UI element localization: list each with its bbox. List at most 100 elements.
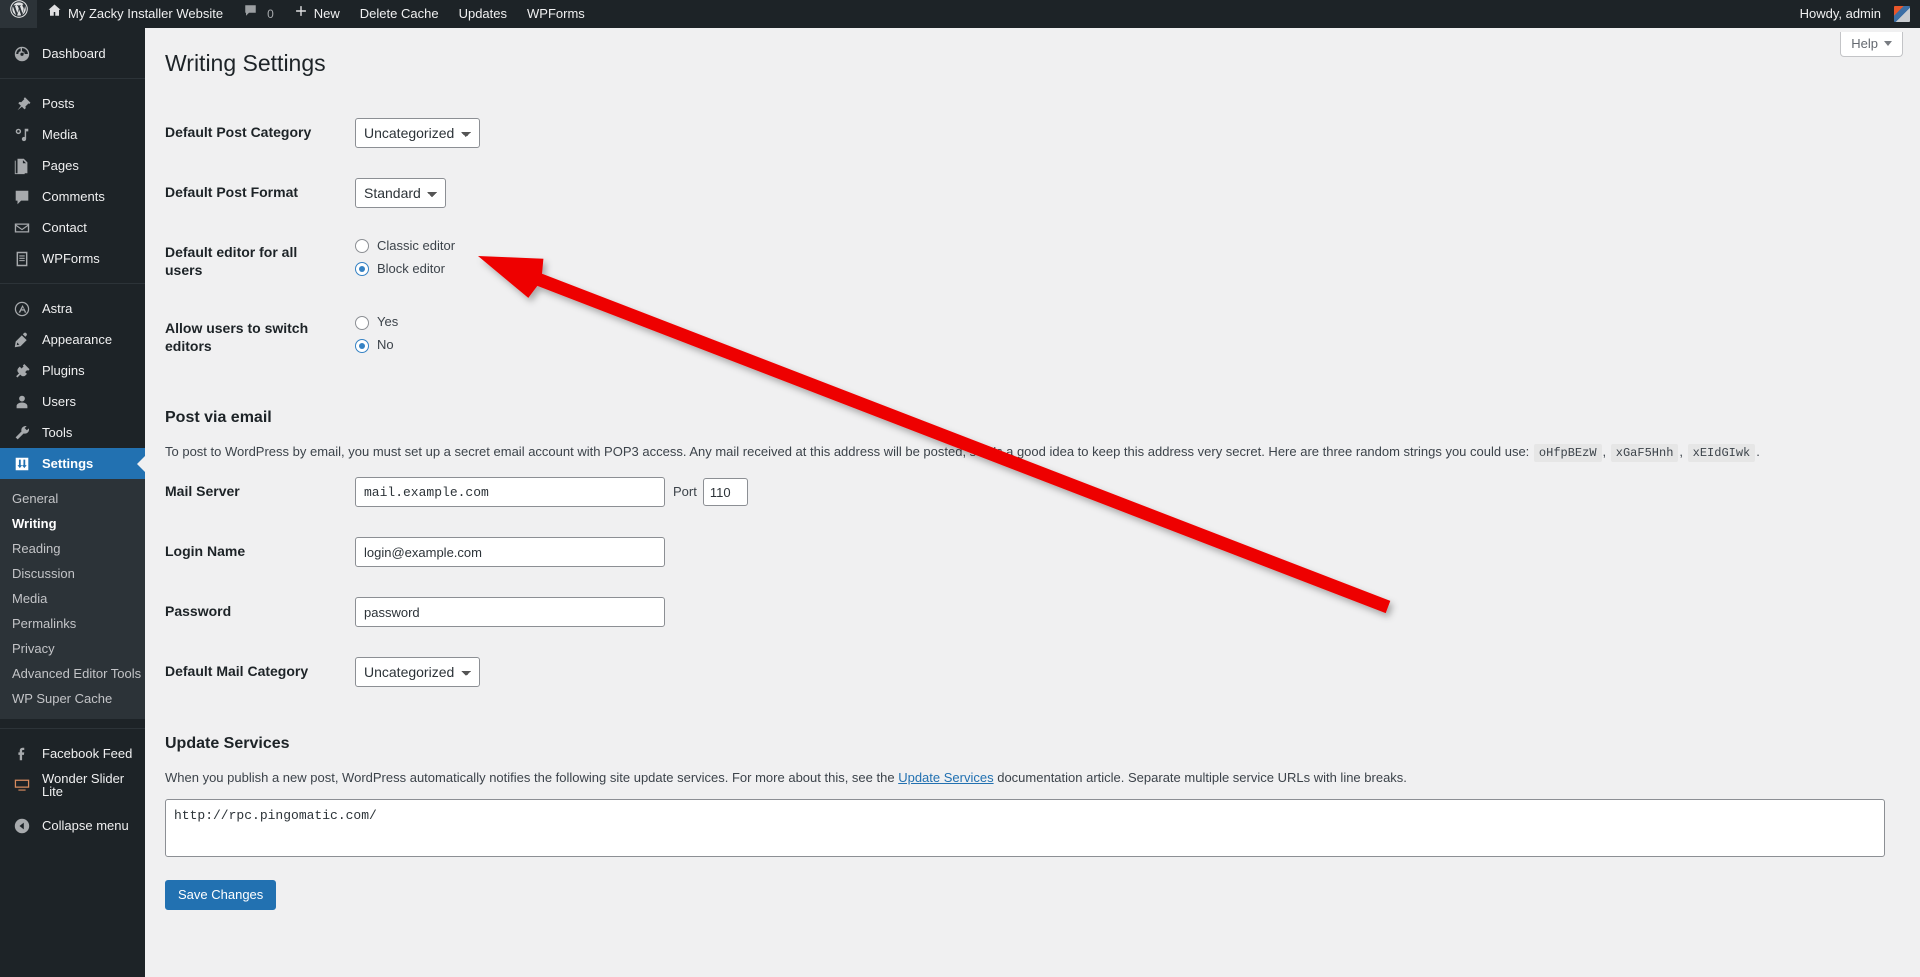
radio-label: Yes bbox=[377, 314, 399, 330]
post-via-email-desc-text: To post to WordPress by email, you must … bbox=[165, 444, 1530, 460]
settings-wrap: Writing Settings Default Post Category U… bbox=[145, 28, 1920, 910]
home-icon bbox=[47, 0, 62, 28]
sidebar-divider-3 bbox=[0, 728, 145, 729]
radio-block-editor[interactable] bbox=[355, 262, 369, 277]
sidebar-item-facebook-feed[interactable]: Facebook Feed bbox=[0, 738, 145, 769]
sidebar-item-settings[interactable]: Settings bbox=[0, 448, 145, 479]
sidebar-item-comments[interactable]: Comments bbox=[0, 181, 145, 212]
help-tab-button[interactable]: Help bbox=[1840, 32, 1903, 57]
row-password: Password bbox=[165, 582, 1900, 642]
label-allow-switch-editors: Allow users to switch editors bbox=[165, 320, 309, 355]
default-mail-category-select[interactable]: Uncategorized bbox=[355, 657, 480, 688]
new-content-menu[interactable]: New bbox=[284, 0, 350, 28]
writing-settings-form: Default Post Category Uncategorized Defa… bbox=[165, 103, 1900, 910]
port-input[interactable] bbox=[702, 478, 748, 507]
users-icon bbox=[12, 392, 32, 412]
update-services-link[interactable]: Update Services bbox=[898, 770, 993, 785]
row-allow-switch-editors: Allow users to switch editors Yes No bbox=[165, 299, 1900, 375]
default-post-category-select[interactable]: Uncategorized bbox=[355, 117, 480, 148]
radio-option-switch-yes[interactable]: Yes bbox=[355, 314, 1890, 331]
sidebar-item-tools[interactable]: Tools bbox=[0, 417, 145, 448]
page-title: Writing Settings bbox=[165, 50, 326, 76]
sidebar-item-astra[interactable]: Astra bbox=[0, 293, 145, 324]
radio-classic-editor[interactable] bbox=[355, 239, 369, 254]
radio-option-block-editor[interactable]: Block editor bbox=[355, 261, 1890, 278]
label-mail-server: Mail Server bbox=[165, 483, 240, 500]
sidebar-subitem-wp-super-cache[interactable]: WP Super Cache bbox=[0, 686, 145, 711]
cell-allow-switch-editors: Yes No bbox=[345, 299, 1900, 375]
login-name-input[interactable] bbox=[355, 537, 665, 568]
sidebar-item-appearance[interactable]: Appearance bbox=[0, 324, 145, 355]
update-services-description: When you publish a new post, WordPress a… bbox=[165, 768, 1900, 788]
radio-switch-no[interactable] bbox=[355, 338, 369, 353]
sidebar-item-posts[interactable]: Posts bbox=[0, 88, 145, 119]
astra-icon bbox=[12, 299, 32, 319]
default-post-format-select[interactable]: Standard bbox=[355, 177, 446, 208]
sidebar-subitem-media[interactable]: Media bbox=[0, 586, 145, 611]
sidebar-item-label: Contact bbox=[42, 220, 87, 235]
sidebar-subitem-reading[interactable]: Reading bbox=[0, 536, 145, 561]
admin-bar: My Zacky Installer Website 0 New Delete … bbox=[0, 0, 1920, 28]
sidebar-subitem-writing[interactable]: Writing bbox=[0, 511, 145, 536]
row-mail-server: Mail Server Port bbox=[165, 462, 1900, 522]
sidebar-subitem-permalinks[interactable]: Permalinks bbox=[0, 611, 145, 636]
label-default-mail-category: Default Mail Category bbox=[165, 663, 309, 680]
collapse-arrow-icon bbox=[12, 816, 32, 836]
sidebar-subitem-privacy[interactable]: Privacy bbox=[0, 636, 145, 661]
wpforms-menu[interactable]: WPForms bbox=[517, 0, 595, 28]
sidebar-item-users[interactable]: Users bbox=[0, 386, 145, 417]
radio-label: Classic editor bbox=[377, 237, 456, 253]
label-password: Password bbox=[165, 603, 232, 620]
slider-icon bbox=[12, 775, 32, 795]
admin-sidebar: Dashboard Posts Media Pages Comments Con… bbox=[0, 28, 145, 977]
mail-server-row: Port bbox=[355, 477, 1890, 508]
password-input[interactable] bbox=[355, 597, 665, 628]
sidebar-item-plugins[interactable]: Plugins bbox=[0, 355, 145, 386]
sidebar-divider-2 bbox=[0, 283, 145, 284]
wpforms-icon bbox=[12, 249, 32, 269]
sidebar-subitem-general[interactable]: General bbox=[0, 486, 145, 511]
update-services-desc-part2: documentation article. Separate multiple… bbox=[997, 770, 1407, 786]
cell-mail-server: Port bbox=[345, 462, 1900, 522]
wpforms-label: WPForms bbox=[527, 6, 585, 21]
radio-option-classic-editor[interactable]: Classic editor bbox=[355, 238, 1890, 255]
admin-bar-right: Howdy, admin bbox=[1790, 0, 1920, 28]
row-default-post-format: Default Post Format Standard bbox=[165, 163, 1900, 223]
radio-option-switch-no[interactable]: No bbox=[355, 337, 1890, 354]
collapse-menu-label: Collapse menu bbox=[42, 818, 129, 833]
radio-switch-yes[interactable] bbox=[355, 315, 369, 330]
delete-cache-menu[interactable]: Delete Cache bbox=[350, 0, 449, 28]
sidebar-item-label: Pages bbox=[42, 158, 79, 173]
sidebar-item-media[interactable]: Media bbox=[0, 119, 145, 150]
wordpress-logo-menu[interactable] bbox=[0, 0, 37, 28]
wordpress-logo-icon bbox=[10, 0, 28, 28]
settings-icon bbox=[12, 454, 32, 474]
chevron-down-icon bbox=[1884, 41, 1892, 46]
label-default-post-format: Default Post Format bbox=[165, 183, 299, 200]
random-string-1: oHfpBEzW bbox=[1533, 444, 1602, 463]
sidebar-subitem-advanced-editor-tools[interactable]: Advanced Editor Tools bbox=[0, 661, 145, 686]
comments-bubble[interactable]: 0 bbox=[233, 0, 284, 28]
cell-default-mail-category: Uncategorized bbox=[345, 642, 1900, 702]
update-services-heading: Update Services bbox=[165, 724, 1900, 759]
collapse-menu-button[interactable]: Collapse menu bbox=[0, 810, 145, 841]
sidebar-subitem-discussion[interactable]: Discussion bbox=[0, 561, 145, 586]
updates-menu[interactable]: Updates bbox=[449, 0, 517, 28]
comma-2: , bbox=[1679, 444, 1684, 460]
my-account-menu[interactable]: Howdy, admin bbox=[1790, 0, 1920, 28]
sidebar-item-wpforms[interactable]: WPForms bbox=[0, 243, 145, 274]
sidebar-item-contact[interactable]: Contact bbox=[0, 212, 145, 243]
mail-server-input[interactable] bbox=[355, 477, 665, 508]
site-name-menu[interactable]: My Zacky Installer Website bbox=[37, 0, 233, 28]
save-changes-button[interactable]: Save Changes bbox=[165, 879, 277, 910]
post-via-email-title: Post via email bbox=[165, 408, 272, 426]
sidebar-item-label: Plugins bbox=[42, 363, 85, 378]
sidebar-item-pages[interactable]: Pages bbox=[0, 150, 145, 181]
sidebar-item-dashboard[interactable]: Dashboard bbox=[0, 38, 145, 69]
row-default-mail-category: Default Mail Category Uncategorized bbox=[165, 642, 1900, 702]
sidebar-item-wonder-slider-lite[interactable]: Wonder Slider Lite bbox=[0, 769, 145, 800]
sidebar-item-label: Users bbox=[42, 394, 76, 409]
update-services-textarea[interactable]: http://rpc.pingomatic.com/ bbox=[165, 798, 1885, 857]
comments-count: 0 bbox=[267, 7, 274, 21]
